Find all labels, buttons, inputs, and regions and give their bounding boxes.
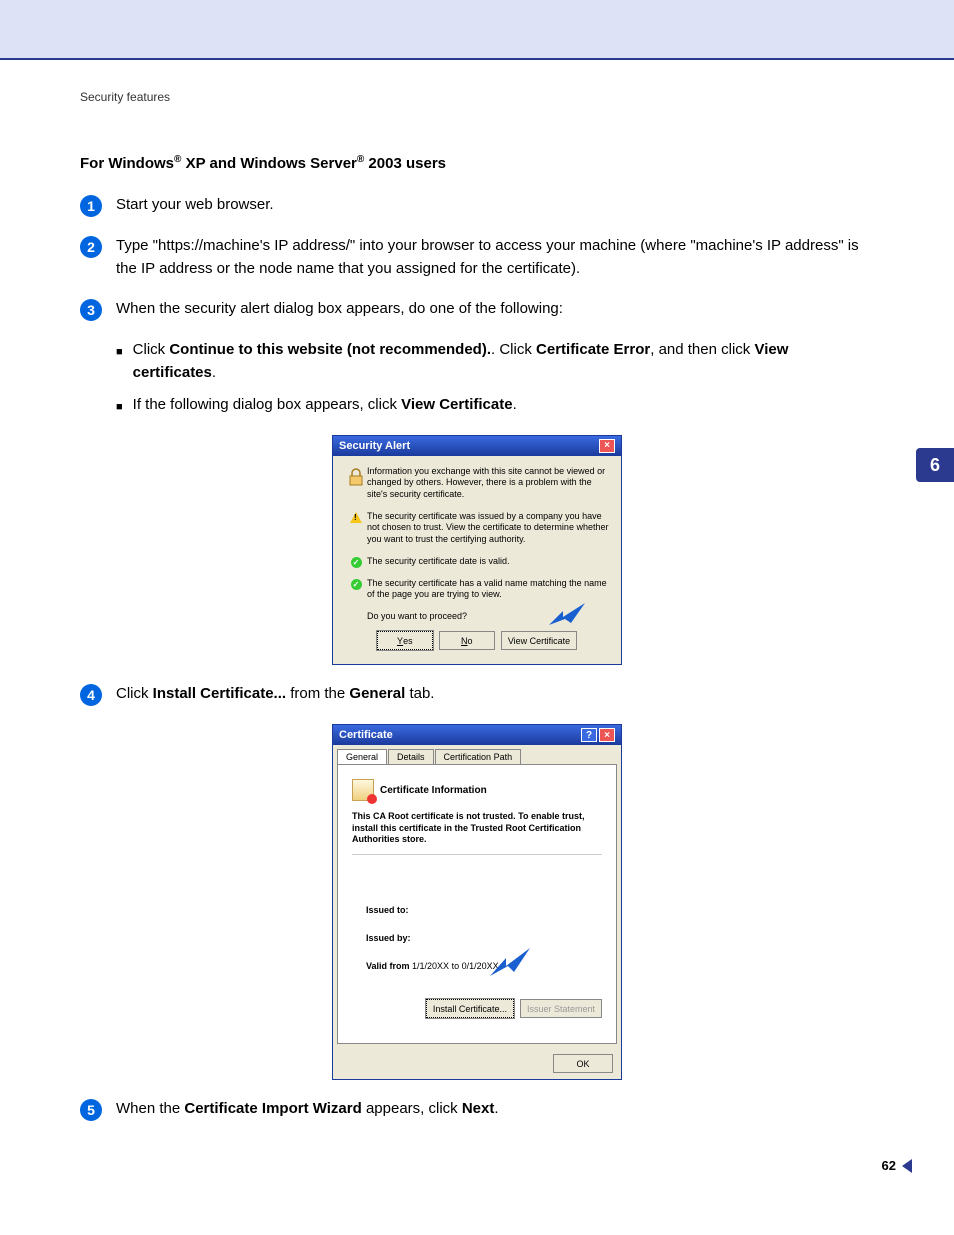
dialog-titlebar: Certificate ? × [333, 725, 621, 745]
arrow-icon [549, 603, 585, 633]
t: . Click [491, 341, 536, 358]
t: to [452, 961, 460, 971]
step-text: Click Install Certificate... from the Ge… [116, 683, 874, 706]
help-icon[interactable]: ? [581, 728, 597, 742]
security-alert-dialog: Security Alert × Information you exchang… [332, 435, 622, 666]
chapter-tab: 6 [916, 448, 954, 482]
step-badge: 2 [80, 236, 102, 258]
t: appears, click [362, 1100, 462, 1117]
certificate-dialog: Certificate ? × General Details Certific… [332, 724, 622, 1080]
step-badge: 1 [80, 195, 102, 217]
cert-trust-msg: This CA Root certificate is not trusted.… [352, 811, 602, 846]
t: . [494, 1100, 498, 1117]
certificate-icon [352, 779, 374, 801]
dialog-titlebar: Security Alert × [333, 436, 621, 456]
step-3-bullet-1: Click Continue to this website (not reco… [116, 339, 874, 384]
warning-icon [345, 511, 367, 546]
dialog-ok1: The security certificate date is valid. [367, 556, 609, 568]
step-text: Start your web browser. [116, 194, 874, 217]
t-bold: View Certificate [401, 396, 512, 413]
lock-icon [345, 466, 367, 501]
dialog-ok2: The security certificate has a valid nam… [367, 578, 609, 601]
check-icon: ✓ [345, 578, 367, 601]
step-badge: 4 [80, 684, 102, 706]
t-bold: General [349, 685, 405, 702]
step-badge: 5 [80, 1099, 102, 1121]
page-content: Security features For Windows® XP and Wi… [0, 60, 954, 1121]
step-1: 1 Start your web browser. [80, 194, 874, 217]
label: Valid from [366, 961, 410, 971]
dialog-warn: The security certificate was issued by a… [367, 511, 609, 546]
step-text: When the security alert dialog box appea… [116, 298, 874, 321]
t: , and then click [650, 341, 754, 358]
arrow-icon [490, 948, 530, 982]
install-certificate-button[interactable]: Install Certificate... [426, 999, 514, 1018]
t: from the [286, 685, 349, 702]
close-icon[interactable]: × [599, 728, 615, 742]
step-badge: 3 [80, 299, 102, 321]
label: Issued to: [366, 905, 409, 915]
valid-from-field: Valid from 1/1/20XX to 0/1/20XX [366, 961, 602, 971]
t-bold: Certificate Import Wizard [184, 1100, 361, 1117]
step-2: 2 Type "https://machine's IP address/" i… [80, 235, 874, 280]
top-band [0, 0, 954, 60]
dialog-title: Security Alert [339, 440, 410, 452]
issuer-statement-button[interactable]: Issuer Statement [520, 999, 602, 1018]
subheading: For Windows® XP and Windows Server® 2003… [80, 154, 874, 172]
t: . [212, 364, 216, 381]
step-text: Type "https://machine's IP address/" int… [116, 235, 874, 280]
label: Issued by: [366, 933, 411, 943]
step-3-bullet-2: If the following dialog box appears, cli… [116, 394, 874, 417]
security-alert-dialog-wrap: Security Alert × Information you exchang… [80, 435, 874, 666]
section-header: Security features [80, 90, 874, 104]
btn-label-rest: o [468, 636, 473, 646]
step-3: 3 When the security alert dialog box app… [80, 298, 874, 321]
tab-general[interactable]: General [337, 749, 387, 764]
tab-certification-path[interactable]: Certification Path [435, 749, 522, 764]
step-text: When the Certificate Import Wizard appea… [116, 1098, 874, 1121]
ok-button[interactable]: OK [553, 1054, 613, 1073]
subheading-p3: 2003 users [364, 155, 446, 172]
tab-panel-general: Certificate Information This CA Root cer… [337, 764, 617, 1044]
no-button[interactable]: No [439, 631, 495, 650]
cert-info-heading: Certificate Information [380, 785, 487, 796]
t: If the following dialog box appears, cli… [133, 396, 401, 413]
divider [352, 854, 602, 855]
subheading-p1: For Windows [80, 155, 174, 172]
t: When the [116, 1100, 184, 1117]
t: . [513, 396, 517, 413]
subheading-p2: XP and Windows Server [181, 155, 356, 172]
step-5: 5 When the Certificate Import Wizard app… [80, 1098, 874, 1121]
tab-details[interactable]: Details [388, 749, 434, 764]
issued-to-field: Issued to: [366, 905, 602, 915]
btn-label-rest: es [403, 636, 413, 646]
dialog-title: Certificate [339, 729, 393, 741]
corner-marker-icon [902, 1159, 912, 1173]
close-icon[interactable]: × [599, 439, 615, 453]
check-icon: ✓ [345, 556, 367, 568]
t: Click [133, 341, 170, 358]
t-bold: Continue to this website (not recommende… [169, 341, 491, 358]
dialog-intro: Information you exchange with this site … [367, 466, 609, 501]
step-4: 4 Click Install Certificate... from the … [80, 683, 874, 706]
yes-button[interactable]: Yes [377, 631, 433, 650]
t: tab. [405, 685, 434, 702]
view-certificate-button[interactable]: View Certificate [501, 631, 577, 650]
issued-by-field: Issued by: [366, 933, 602, 943]
t-bold: Next [462, 1100, 495, 1117]
t: Click [116, 685, 153, 702]
certificate-dialog-wrap: Certificate ? × General Details Certific… [80, 724, 874, 1080]
t-bold: Install Certificate... [153, 685, 286, 702]
page-number: 62 [882, 1158, 896, 1173]
t-bold: Certificate Error [536, 341, 650, 358]
tabs: General Details Certification Path [337, 749, 617, 764]
valid-from-value: 1/1/20XX [412, 961, 449, 971]
